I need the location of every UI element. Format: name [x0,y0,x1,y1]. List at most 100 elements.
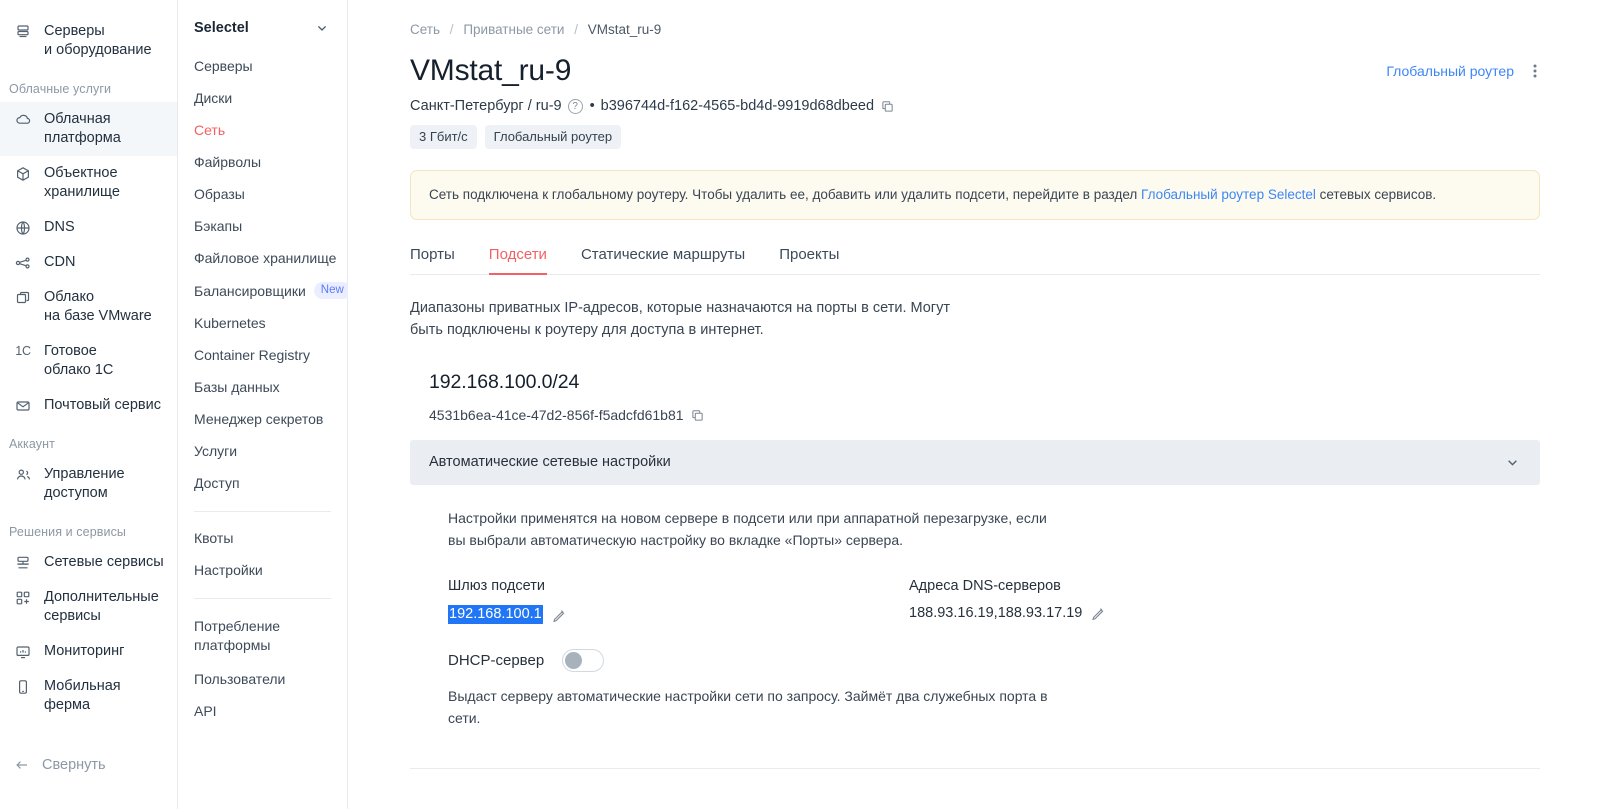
network-switch-icon [14,553,32,572]
copy-icon[interactable] [691,409,704,422]
nav-item-label: Базы данных [194,379,280,395]
chevron-down-icon [315,21,329,35]
sidebar-item-label: Мобильная ферма [44,678,121,713]
question-circle-icon[interactable]: ? [567,98,583,114]
network-uuid: b396744d-f162-4565-bd4d-9919d68dbeed [600,98,875,114]
project-nav-section-main: Серверы Диски Сеть Файрволы Образы Бэкап… [178,42,351,499]
nav-item-firewalls[interactable]: Файрволы [178,146,347,178]
tab-ports[interactable]: Порты [410,246,455,274]
meta-bullet: • [589,98,595,114]
sidebar-item-label: Объектное хранилище [44,165,120,200]
chip-global-router: Глобальный роутер [484,125,622,149]
breadcrumb: Сеть / Приватные сети / VMstat_ru-9 [410,22,1540,37]
sidebar-group-solutions-title: Решения и сервисы [9,525,127,539]
nav-item-databases[interactable]: Базы данных [178,371,347,403]
nav-item-access[interactable]: Доступ [178,467,347,499]
nav-item-disks[interactable]: Диски [178,82,347,114]
pencil-icon[interactable] [552,608,566,622]
nav-item-container-registry[interactable]: Container Registry [178,339,347,371]
sidebar-item-cloud-platform[interactable]: Облачная платформа [0,102,177,156]
chevron-down-icon [1505,455,1520,470]
sidebar-item-label: Серверы и оборудование [44,23,152,58]
dhcp-label: DHCP-сервер [448,652,545,669]
network-nodes-icon [14,253,32,272]
nav-item-label: Доступ [194,475,240,491]
pencil-icon[interactable] [1091,606,1105,620]
sidebar-item-vmware-cloud[interactable]: Облако на базе VMware [0,280,177,334]
copy-icon[interactable] [881,100,894,113]
nav-item-label: API [194,703,217,719]
tab-label: Порты [410,246,455,263]
sidebar-item-monitoring[interactable]: Мониторинг [0,634,177,669]
sidebar-item-access-management[interactable]: Управление доступом [0,457,177,511]
dhcp-toggle[interactable] [562,649,605,672]
sidebar-item-additional-services[interactable]: Дополнительные сервисы [0,580,177,634]
app-root: Серверы и оборудование Облачные услуги О… [0,0,1600,809]
nav-item-network[interactable]: Сеть [178,114,347,146]
breadcrumb-separator: / [449,22,454,37]
mobile-icon [14,677,32,696]
sidebar-item-mobile-farm[interactable]: Мобильная ферма [0,669,177,723]
tab-projects[interactable]: Проекты [779,246,839,274]
nav-item-api[interactable]: API [178,695,347,727]
sidebar-item-label: Облачная платформа [44,111,121,146]
region-label: Санкт-Петербург / ru-9 [410,98,562,114]
collapse-sidebar-label: Свернуть [42,757,106,773]
section-divider [410,768,1540,769]
tab-subnets[interactable]: Подсети [488,246,548,275]
tab-static-routes[interactable]: Статические маршруты [581,246,745,274]
info-banner-link[interactable]: Глобальный роутер Selectel [1141,187,1316,202]
chip-bandwidth: 3 Гбит/с [410,125,477,149]
main-content: Сеть / Приватные сети / VMstat_ru-9 VMst… [348,0,1600,809]
breadcrumb-item-private-networks[interactable]: Приватные сети [463,22,564,37]
nav-item-load-balancers[interactable]: Балансировщики New [178,274,351,307]
breadcrumb-item-current: VMstat_ru-9 [587,22,662,37]
panel-note: Настройки применятся на новом сервере в … [448,510,1047,548]
cube-icon [14,164,32,183]
sidebar-item-network-services[interactable]: Сетевые сервисы [0,545,177,580]
dns-value-row: 188.93.16.19,188.93.17.19 [909,605,1105,621]
nav-item-backups[interactable]: Бэкапы [178,210,347,242]
nav-item-label: Kubernetes [194,315,266,331]
nav-item-servers[interactable]: Серверы [178,50,347,82]
tab-label: Статические маршруты [580,246,746,263]
resource-meta: Санкт-Петербург / ru-9 ? • b396744d-f162… [410,98,1540,114]
sidebar-item-object-storage[interactable]: Объектное хранилище [0,156,177,210]
sidebar-item-label: Готовое облако 1С [44,343,114,378]
nav-item-file-storage[interactable]: Файловое хранилище [178,242,347,274]
info-banner-text-after: сетевых сервисов. [1315,187,1437,202]
sidebar-item-cdn[interactable]: CDN [0,245,177,280]
nav-item-label: Файловое хранилище [194,250,337,266]
nav-item-label: Бэкапы [194,218,243,234]
nav-item-platform-consumption[interactable]: Потребление платформы [178,609,347,663]
sidebar-item-dns[interactable]: DNS [0,210,177,245]
nav-item-settings[interactable]: Настройки [178,554,347,586]
new-badge: New [313,282,351,299]
nav-item-kubernetes[interactable]: Kubernetes [178,307,347,339]
sidebar-item-servers[interactable]: Серверы и оборудование [0,14,177,68]
primary-sidebar: Серверы и оборудование Облачные услуги О… [0,0,178,809]
subnet-uuid: 4531b6ea-41ce-47d2-856f-f5adcfd61b81 [429,407,684,423]
nav-item-quotas[interactable]: Квоты [178,522,347,554]
page-title: VMstat_ru-9 [410,54,572,87]
auto-network-settings-accordion[interactable]: Автоматические сетевые настройки [410,440,1540,485]
nav-item-secrets-manager[interactable]: Менеджер секретов [178,403,347,435]
nav-item-label: Балансировщики [194,282,306,299]
sidebar-item-mail-service[interactable]: Почтовый сервис [0,388,177,423]
global-router-link[interactable]: Глобальный роутер [1386,63,1514,79]
breadcrumb-item-network[interactable]: Сеть [410,22,440,37]
nav-item-images[interactable]: Образы [178,178,347,210]
nav-item-services[interactable]: Услуги [178,435,347,467]
breadcrumb-separator: / [574,22,578,37]
nav-item-users[interactable]: Пользователи [178,663,347,695]
project-selector[interactable]: Selectel [178,14,347,42]
gateway-value[interactable]: 192.168.100.1 [448,605,543,624]
kebab-menu-icon[interactable] [1530,63,1540,79]
info-banner-text-before: Сеть подключена к глобальному роутеру. Ч… [429,187,1142,202]
sidebar-item-1c-cloud[interactable]: 1C Готовое облако 1С [0,334,177,388]
project-sidebar: Selectel Серверы Диски Сеть Файрволы Обр… [178,0,351,809]
nav-item-label: Пользователи [194,671,286,687]
info-banner: Сеть подключена к глобальному роутеру. Ч… [410,170,1540,220]
accordion-title: Автоматические сетевые настройки [429,454,671,470]
collapse-sidebar-button[interactable]: Свернуть [0,749,177,781]
